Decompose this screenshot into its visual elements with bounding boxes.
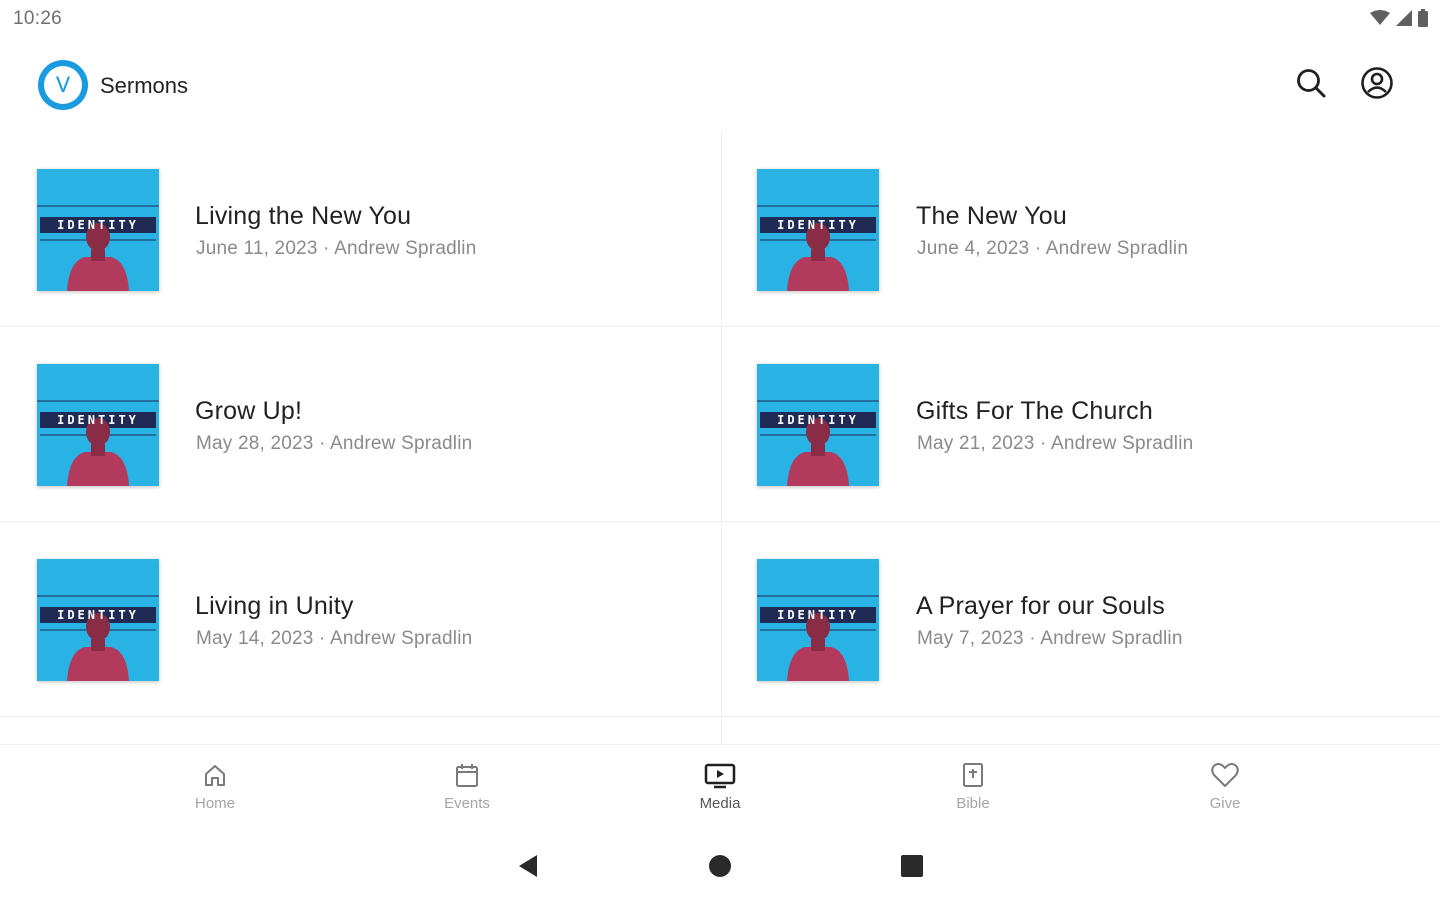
nav-label: Bible [956,795,990,812]
sermon-thumbnail: IDENTITY [757,559,879,681]
sermon-subtitle: June 11, 2023 · Andrew Spradlin [196,238,477,259]
sermon-title: A Prayer for our Souls [916,592,1165,620]
sermon-item[interactable]: IDENTITY Grow Up! May 28, 2023 · Andrew … [0,327,720,522]
sermon-title: Gifts For The Church [916,397,1153,425]
sermon-item[interactable]: IDENTITY Living the New You June 11, 202… [0,132,720,327]
sermon-list: IDENTITY Living the New You June 11, 202… [0,132,1440,744]
recents-icon [900,854,924,883]
sermon-item[interactable]: IDENTITY A Prayer for our Souls May 7, 2… [721,522,1440,717]
nav-label: Give [1209,795,1241,812]
app-bar: V Sermons [0,52,1440,118]
sermon-subtitle: May 14, 2023 · Andrew Spradlin [196,628,473,649]
account-button[interactable] [1356,64,1398,106]
wifi-icon [1370,10,1390,31]
nav-label: Media [699,795,741,812]
thumbnail-title: IDENTITY [57,218,139,232]
sermon-subtitle: June 4, 2023 · Andrew Spradlin [917,238,1189,259]
page-title: Sermons [100,73,189,98]
bible-icon [957,759,989,791]
bottom-nav: Home Events Media Bible Give [0,744,1440,824]
nav-label: Events [444,795,490,812]
thumbnail-title: IDENTITY [777,608,859,622]
sermon-title: The New You [916,202,1067,230]
sermon-item[interactable]: IDENTITY Living in Unity May 14, 2023 · … [0,522,720,717]
nav-item-give[interactable]: Give [1165,759,1285,821]
signal-icon [1396,10,1412,31]
nav-item-bible[interactable]: Bible [913,759,1033,821]
sermon-subtitle: May 7, 2023 · Andrew Spradlin [917,628,1183,649]
account-icon [1360,66,1394,105]
calendar-icon [451,759,483,791]
thumbnail-title: IDENTITY [57,413,139,427]
sermon-subtitle: May 21, 2023 · Andrew Spradlin [917,433,1194,454]
thumbnail-title: IDENTITY [777,413,859,427]
status-time: 10:26 [13,8,63,29]
back-button[interactable] [510,850,546,886]
nav-item-media[interactable]: Media [660,759,780,821]
nav-item-events[interactable]: Events [407,759,527,821]
sermon-thumbnail: IDENTITY [757,169,879,291]
logo-letter: V [55,72,71,97]
battery-icon [1418,9,1428,32]
row-divider [721,716,1440,717]
sermon-title: Living in Unity [195,592,354,620]
sermon-title: Living the New You [195,202,412,230]
home-icon [199,759,231,791]
media-icon [704,759,736,791]
status-icons [1370,9,1428,32]
nav-item-home[interactable]: Home [155,759,275,821]
sermon-thumbnail: IDENTITY [37,559,159,681]
system-nav-bar [0,830,1440,900]
nav-label: Home [194,795,235,812]
sermon-subtitle: May 28, 2023 · Andrew Spradlin [196,433,473,454]
row-divider [0,716,720,717]
sermon-thumbnail: IDENTITY [37,364,159,486]
thumbnail-title: IDENTITY [57,608,139,622]
home-system-button[interactable] [702,850,738,886]
recents-button[interactable] [894,850,930,886]
heart-icon [1209,759,1241,791]
sermon-thumbnail: IDENTITY [37,169,159,291]
app-logo: V [38,60,88,110]
search-icon [1295,67,1327,104]
back-icon [515,853,541,884]
home-circle-icon [708,854,732,883]
sermon-item[interactable]: IDENTITY The New You June 4, 2023 · Andr… [721,132,1440,327]
sermon-title: Grow Up! [195,397,303,425]
thumbnail-title: IDENTITY [777,218,859,232]
sermon-item[interactable]: IDENTITY Gifts For The Church May 21, 20… [721,327,1440,522]
status-bar: 10:26 [0,0,1440,40]
search-button[interactable] [1290,64,1332,106]
sermon-thumbnail: IDENTITY [757,364,879,486]
